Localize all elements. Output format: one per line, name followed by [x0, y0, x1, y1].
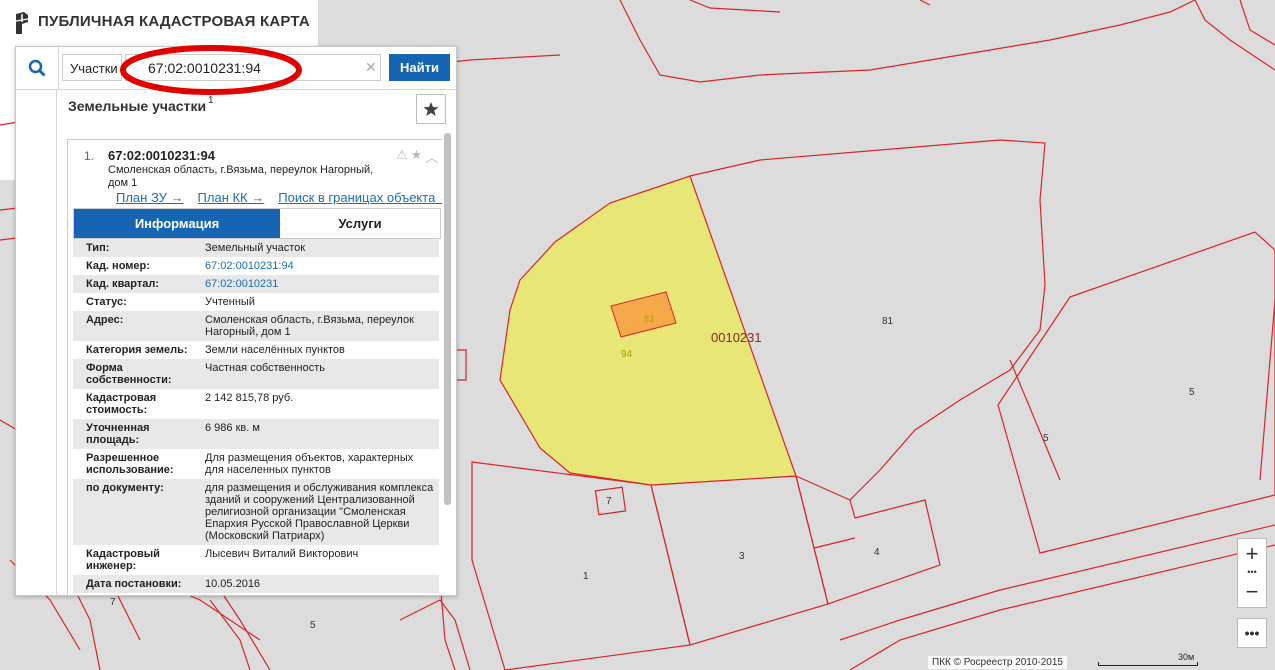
- info-row: Кадастровая стоимость: 2 142 815,78 руб.: [86, 392, 294, 416]
- zoom-in-button[interactable]: +: [1238, 539, 1266, 569]
- info-row: Категория земель: Земли населённых пункто…: [86, 344, 345, 356]
- results-title: Земельные участки: [68, 98, 207, 114]
- card-tabs: Информация Услуги: [73, 208, 441, 239]
- scale-bar: [1098, 662, 1198, 666]
- star-icon: [423, 102, 439, 116]
- find-button[interactable]: Найти: [389, 54, 450, 81]
- zoom-control: + ••• −: [1237, 538, 1267, 608]
- search-toggle-button[interactable]: [16, 47, 59, 89]
- info-row: Адрес: Смоленская область, г.Вязьма, пере…: [73, 311, 439, 341]
- map-label-7: 7: [606, 496, 612, 507]
- map-label-81: 81: [882, 316, 894, 327]
- quarter-label: 0010231: [711, 330, 762, 345]
- info-row: по документу: для размещения и обслуживан…: [73, 479, 439, 545]
- map-label-4: 4: [874, 547, 880, 558]
- info-row: Дата постановки: 10.05.2016: [73, 575, 439, 593]
- clear-search-icon[interactable]: ✕: [365, 59, 377, 76]
- info-row: Кадастровый инженер: Лысевич Виталий Викт…: [86, 548, 359, 572]
- result-card: 1. 67:02:0010231:94 Смоленская область, …: [67, 139, 442, 595]
- map-label-5b: 5: [1043, 433, 1049, 444]
- app-title: ПУБЛИЧНАЯ КАДАСТРОВАЯ КАРТА: [38, 13, 310, 30]
- link-search-in-bounds[interactable]: Поиск в границах объекта →: [278, 190, 442, 205]
- card-index: 1.: [84, 149, 95, 163]
- map-label-3: 3: [739, 551, 745, 562]
- search-panel: Участки ✕ Найти Земельные участки 1 1. 6…: [15, 46, 457, 596]
- link-plan-zu[interactable]: План ЗУ →: [116, 190, 184, 205]
- info-row: Кад. номер: 67:02:0010231:94: [86, 260, 294, 272]
- info-table: Тип: Земельный участок Кад. номер: 67:02:0…: [73, 239, 439, 593]
- info-row: Уточненная площадь: 6 986 кв. м: [73, 419, 439, 449]
- zoom-dots-icon: •••: [1247, 567, 1257, 577]
- favorites-button[interactable]: [416, 94, 446, 124]
- chevron-up-icon[interactable]: ︿: [425, 147, 438, 166]
- tab-services[interactable]: Услуги: [280, 209, 440, 238]
- info-row: Статус: Учтенный: [86, 296, 255, 308]
- results-count: 1: [208, 95, 214, 106]
- card-number[interactable]: 67:02:0010231:94: [108, 148, 215, 163]
- search-type-select[interactable]: Участки: [62, 54, 122, 81]
- map-label-94: 94: [621, 349, 633, 360]
- search-icon: [28, 59, 46, 77]
- annotation-ellipse: [120, 45, 302, 95]
- map-label-83: 83: [644, 314, 654, 324]
- info-row: Форма собственности: Частная собственност…: [73, 359, 439, 389]
- card-links: План ЗУ → План КК → Поиск в границах объ…: [116, 190, 442, 205]
- more-button[interactable]: •••: [1237, 618, 1267, 648]
- card-actions: ⚠ ★ ︿: [396, 147, 438, 166]
- info-row: Кад. квартал: 67:02:0010231: [73, 275, 439, 293]
- map-label-5a: 5: [1189, 387, 1195, 398]
- info-row: Разрешенное использование: Для размещения…: [86, 452, 414, 476]
- zoom-out-button[interactable]: −: [1238, 577, 1266, 607]
- scale-label: 30м: [1178, 652, 1195, 662]
- link-plan-kk[interactable]: План КК →: [198, 190, 265, 205]
- info-row: Тип: Земельный участок: [73, 239, 439, 257]
- card-address: Смоленская область, г.Вязьма, переулок Н…: [108, 164, 374, 189]
- logo-icon: [15, 12, 29, 34]
- map-label-7b: 7: [110, 597, 116, 608]
- map-label-1: 1: [583, 571, 589, 582]
- warning-icon[interactable]: ⚠: [396, 147, 408, 166]
- star-icon[interactable]: ★: [411, 147, 423, 166]
- results-scrollbar[interactable]: [444, 133, 451, 505]
- app-header: ПУБЛИЧНАЯ КАДАСТРОВАЯ КАРТА: [0, 0, 318, 46]
- copyright: ПКК © Росреестр 2010-2015: [928, 656, 1067, 669]
- map-label-5c: 5: [310, 620, 316, 631]
- tab-information[interactable]: Информация: [74, 209, 280, 238]
- results-list: 1. 67:02:0010231:94 Смоленская область, …: [56, 129, 442, 595]
